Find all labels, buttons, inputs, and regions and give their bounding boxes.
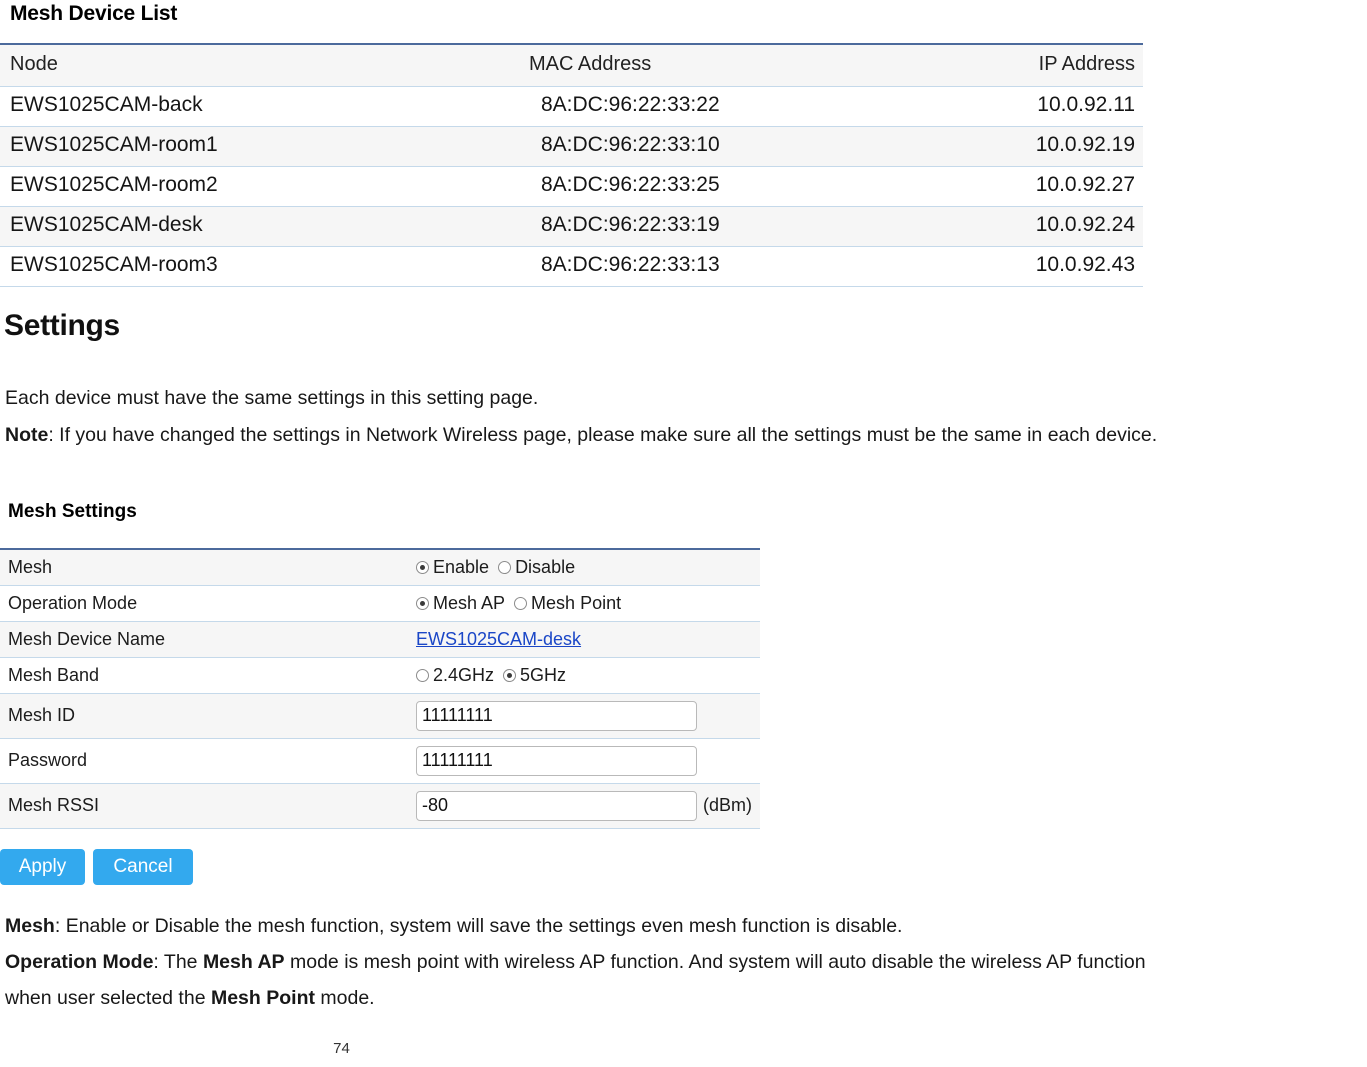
radio-icon-selected[interactable] [503, 668, 517, 682]
form-row-device-name: Mesh Device Name EWS1025CAM-desk [0, 621, 760, 658]
cell-ip: 10.0.92.43 [881, 246, 1143, 287]
radio-label: Disable [515, 556, 576, 577]
cell-node: EWS1025CAM-room1 [0, 126, 515, 167]
rssi-unit-label: (dBm) [703, 795, 752, 815]
label-password: Password [0, 738, 412, 784]
label-mesh-rssi: Mesh RSSI [0, 783, 412, 829]
mesh-settings-heading: Mesh Settings [8, 501, 137, 522]
column-header-node: Node [0, 43, 515, 87]
radio-option-mesh-point[interactable]: Mesh Point [514, 593, 621, 614]
form-row-password: Password [0, 738, 760, 784]
description-op-label: Operation Mode [5, 951, 154, 973]
table-row: EWS1025CAM-room3 8A:DC:96:22:33:13 10.0.… [0, 246, 1143, 287]
radio-label: Enable [433, 556, 490, 577]
radio-label: Mesh AP [433, 592, 506, 613]
description-operation-mode-line2: when user selected the Mesh Point mode. [5, 985, 375, 1011]
label-mesh-band: Mesh Band [0, 657, 412, 694]
description-operation-mode-line1: Operation Mode: The Mesh AP mode is mesh… [5, 949, 1146, 975]
description-mesh-body: : Enable or Disable the mesh function, s… [54, 915, 903, 937]
cell-ip: 10.0.92.27 [881, 166, 1143, 207]
cell-node: EWS1025CAM-back [0, 86, 515, 127]
mesh-rssi-input[interactable] [416, 790, 697, 821]
apply-button[interactable]: Apply [0, 849, 85, 885]
cancel-button[interactable]: Cancel [93, 849, 193, 885]
radio-icon-unselected[interactable] [416, 668, 429, 682]
cell-node: EWS1025CAM-room3 [0, 246, 515, 287]
radio-option-band-5ghz[interactable]: 5GHz [503, 665, 566, 686]
radio-label: 5GHz [520, 664, 567, 685]
radio-label: Mesh Point [531, 592, 622, 613]
rssi-input-wrapper: (dBm) [416, 790, 760, 821]
password-input[interactable] [416, 745, 697, 776]
mesh-id-input[interactable] [416, 700, 697, 731]
cell-ip: 10.0.92.19 [881, 126, 1143, 167]
radio-option-mesh-disable[interactable]: Disable [498, 557, 575, 578]
mesh-device-list-heading: Mesh Device List [10, 2, 178, 25]
value-mesh-id [412, 693, 760, 739]
description-op-text-4: mode. [314, 987, 375, 1009]
radio-group-mesh: Enable Disable [416, 557, 760, 578]
description-op-bold-mesh-point: Mesh Point [210, 987, 315, 1009]
radio-label: 2.4GHz [433, 664, 495, 685]
cell-node: EWS1025CAM-room2 [0, 166, 515, 207]
description-mesh-label: Mesh [5, 915, 55, 937]
value-operation-mode: Mesh AP Mesh Point [412, 585, 760, 622]
label-mesh-id: Mesh ID [0, 693, 412, 739]
radio-icon-unselected[interactable] [498, 560, 512, 574]
radio-option-band-24ghz[interactable]: 2.4GHz [416, 665, 494, 686]
form-row-mesh: Mesh Enable Disable [0, 548, 760, 586]
form-row-mesh-id: Mesh ID [0, 693, 760, 739]
table-header-row: Node MAC Address IP Address [0, 43, 1143, 87]
note-body: : If you have changed the settings in Ne… [48, 424, 1158, 446]
description-op-text-2: mode is mesh point with wireless AP func… [284, 951, 1146, 973]
form-row-operation-mode: Operation Mode Mesh AP Mesh Point [0, 585, 760, 622]
column-header-mac-address: MAC Address [515, 43, 881, 87]
mesh-device-name-link[interactable]: EWS1025CAM-desk [416, 629, 581, 649]
cell-mac: 8A:DC:96:22:33:13 [515, 246, 881, 287]
mesh-settings-form: Mesh Enable Disable Operation Mode Mesh … [0, 548, 760, 829]
settings-note-text: Note: If you have changed the settings i… [5, 422, 1157, 448]
radio-option-mesh-ap[interactable]: Mesh AP [416, 593, 505, 614]
mesh-device-list-table: Node MAC Address IP Address EWS1025CAM-b… [0, 43, 1143, 287]
radio-option-mesh-enable[interactable]: Enable [416, 557, 489, 578]
value-mesh-rssi: (dBm) [412, 783, 760, 829]
value-password [412, 738, 760, 784]
label-operation-mode: Operation Mode [0, 585, 412, 622]
table-row: EWS1025CAM-room1 8A:DC:96:22:33:10 10.0.… [0, 126, 1143, 167]
cell-ip: 10.0.92.11 [881, 86, 1143, 127]
description-mesh: Mesh: Enable or Disable the mesh functio… [5, 913, 902, 939]
value-mesh-band: 2.4GHz 5GHz [412, 657, 760, 694]
note-label: Note [5, 424, 49, 446]
radio-icon-selected[interactable] [416, 596, 429, 610]
radio-group-mesh-band: 2.4GHz 5GHz [416, 665, 760, 686]
page-number: 74 [333, 1040, 350, 1057]
form-row-mesh-rssi: Mesh RSSI (dBm) [0, 783, 760, 829]
cell-mac: 8A:DC:96:22:33:22 [515, 86, 881, 127]
table-row: EWS1025CAM-back 8A:DC:96:22:33:22 10.0.9… [0, 86, 1143, 127]
radio-icon-unselected[interactable] [514, 596, 528, 610]
value-mesh: Enable Disable [412, 548, 760, 586]
cell-node: EWS1025CAM-desk [0, 206, 515, 247]
description-op-bold-mesh-ap: Mesh AP [202, 951, 285, 973]
cell-mac: 8A:DC:96:22:33:10 [515, 126, 881, 167]
form-row-mesh-band: Mesh Band 2.4GHz 5GHz [0, 657, 760, 694]
table-row: EWS1025CAM-desk 8A:DC:96:22:33:19 10.0.9… [0, 206, 1143, 247]
description-op-text-1: : The [153, 951, 203, 973]
settings-heading: Settings [4, 309, 120, 342]
radio-icon-selected[interactable] [416, 560, 429, 574]
cell-ip: 10.0.92.24 [881, 206, 1143, 247]
cell-mac: 8A:DC:96:22:33:19 [515, 206, 881, 247]
description-op-text-3: when user selected the [5, 987, 211, 1009]
label-mesh-device-name: Mesh Device Name [0, 621, 412, 658]
cell-mac: 8A:DC:96:22:33:25 [515, 166, 881, 207]
settings-intro-span: Each device must have the same settings … [5, 387, 539, 409]
column-header-ip-address: IP Address [881, 43, 1143, 87]
radio-group-operation-mode: Mesh AP Mesh Point [416, 593, 760, 614]
table-row: EWS1025CAM-room2 8A:DC:96:22:33:25 10.0.… [0, 166, 1143, 207]
form-button-bar: Apply Cancel [0, 849, 193, 885]
value-mesh-device-name: EWS1025CAM-desk [412, 621, 760, 658]
settings-intro-text: Each device must have the same settings … [5, 385, 538, 411]
label-mesh: Mesh [0, 548, 412, 586]
